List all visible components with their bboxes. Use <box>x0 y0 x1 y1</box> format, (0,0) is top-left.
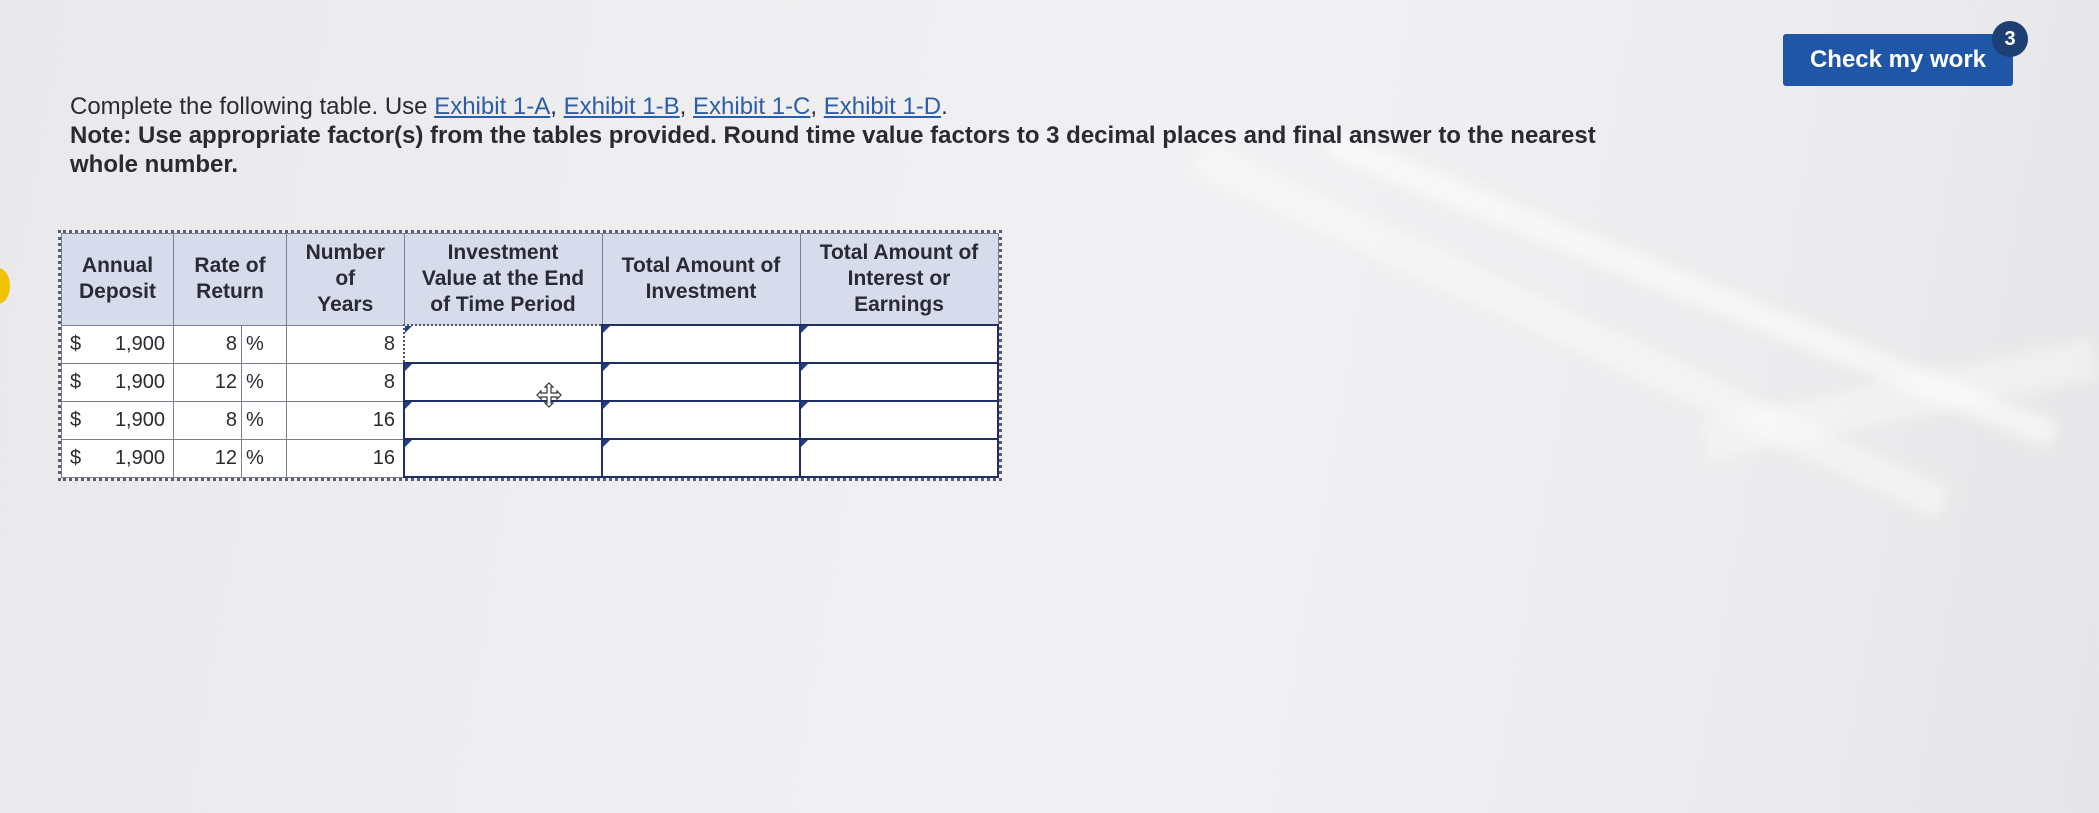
separator: , <box>810 93 824 120</box>
years-cell: 16 <box>286 400 405 440</box>
header-text: Total Amount of <box>819 241 979 264</box>
investment-value-input[interactable] <box>403 362 603 402</box>
header-text: Annual <box>81 254 154 278</box>
total-investment-input[interactable] <box>601 362 801 402</box>
deposit-value: 1,900 <box>114 332 165 355</box>
table-row: $1,900 8 % 16 <box>61 400 999 440</box>
annuity-table-container: Annual Deposit Rate of Return Number of … <box>58 230 1002 481</box>
separator: , <box>550 93 564 120</box>
annuity-table: Annual Deposit Rate of Return Number of … <box>61 233 999 478</box>
currency-symbol: $ <box>70 408 82 431</box>
investment-value-input[interactable] <box>403 400 603 440</box>
header-number-of-years: Number of Years <box>286 233 405 326</box>
header-text: of Time Period <box>430 293 576 316</box>
rate-cell: 12 <box>173 362 242 402</box>
header-investment-value: Investment Value at the End of Time Peri… <box>403 233 603 326</box>
period: . <box>941 93 948 120</box>
header-text: Deposit <box>78 280 156 304</box>
table-row: $1,900 12 % 16 <box>61 438 999 478</box>
percent-sign: % <box>241 400 287 440</box>
total-investment-input[interactable] <box>601 400 801 440</box>
header-text: Earnings <box>854 293 944 316</box>
years-cell: 8 <box>286 362 405 402</box>
exhibit-1c-link[interactable]: Exhibit 1-C <box>693 93 810 120</box>
instructions-intro: Complete the following table. Use <box>70 93 435 120</box>
header-text: Investment <box>447 241 559 264</box>
header-text: Total Amount of <box>621 254 781 277</box>
screen-glare <box>1700 338 2099 462</box>
move-cursor-icon <box>536 382 562 408</box>
table-row: $1,900 8 % 8 <box>61 324 999 364</box>
header-total-investment: Total Amount of Investment <box>601 233 801 326</box>
investment-value-input[interactable] <box>403 438 603 478</box>
deposit-value: 1,900 <box>114 370 165 393</box>
total-investment-input[interactable] <box>601 324 801 364</box>
status-dot <box>0 268 10 304</box>
exhibit-1d-link[interactable]: Exhibit 1-D <box>824 93 941 120</box>
header-rate-of-return: Rate of Return <box>173 233 287 326</box>
separator: , <box>679 93 694 120</box>
header-text: Investment <box>645 280 757 303</box>
currency-symbol: $ <box>70 446 82 469</box>
rate-cell: 12 <box>173 438 242 478</box>
attempts-badge: 3 <box>1992 21 2028 57</box>
annual-deposit-cell: $1,900 <box>61 362 174 402</box>
header-text: Rate of <box>194 254 266 278</box>
header-text: Interest or <box>847 267 951 290</box>
years-cell: 8 <box>286 324 405 364</box>
header-total-interest: Total Amount of Interest or Earnings <box>799 233 999 326</box>
percent-sign: % <box>241 438 287 478</box>
exhibit-1a-link[interactable]: Exhibit 1-A <box>434 93 550 120</box>
total-interest-input[interactable] <box>799 400 999 440</box>
currency-symbol: $ <box>70 332 82 355</box>
instructions: Complete the following table. Use Exhibi… <box>70 92 1630 179</box>
instructions-note: Note: Use appropriate factor(s) from the… <box>70 122 1596 178</box>
total-interest-input[interactable] <box>799 362 999 402</box>
exhibit-1b-link[interactable]: Exhibit 1-B <box>564 93 680 120</box>
header-text: Years <box>317 293 374 317</box>
total-interest-input[interactable] <box>799 438 999 478</box>
deposit-value: 1,900 <box>114 408 165 431</box>
percent-sign: % <box>241 362 287 402</box>
header-annual-deposit: Annual Deposit <box>61 233 174 326</box>
percent-sign: % <box>241 324 287 364</box>
annual-deposit-cell: $1,900 <box>61 324 174 364</box>
annual-deposit-cell: $1,900 <box>61 438 174 478</box>
rate-cell: 8 <box>173 400 242 440</box>
deposit-value: 1,900 <box>114 446 165 469</box>
investment-value-input[interactable] <box>403 324 603 364</box>
instructions-intro-line: Complete the following table. Use Exhibi… <box>70 92 1630 121</box>
header-text: Number of <box>305 241 385 291</box>
years-cell: 16 <box>286 438 405 478</box>
total-interest-input[interactable] <box>799 324 999 364</box>
annual-deposit-cell: $1,900 <box>61 400 174 440</box>
header-text: Return <box>196 280 264 304</box>
table-row: $1,900 12 % 8 <box>61 362 999 402</box>
header-text: Value at the End <box>421 267 585 290</box>
rate-cell: 8 <box>173 324 242 364</box>
table-header-row: Annual Deposit Rate of Return Number of … <box>61 233 999 326</box>
currency-symbol: $ <box>70 370 82 393</box>
total-investment-input[interactable] <box>601 438 801 478</box>
screen-glare <box>1192 141 1951 519</box>
check-my-work-button[interactable]: Check my work <box>1783 34 2013 86</box>
